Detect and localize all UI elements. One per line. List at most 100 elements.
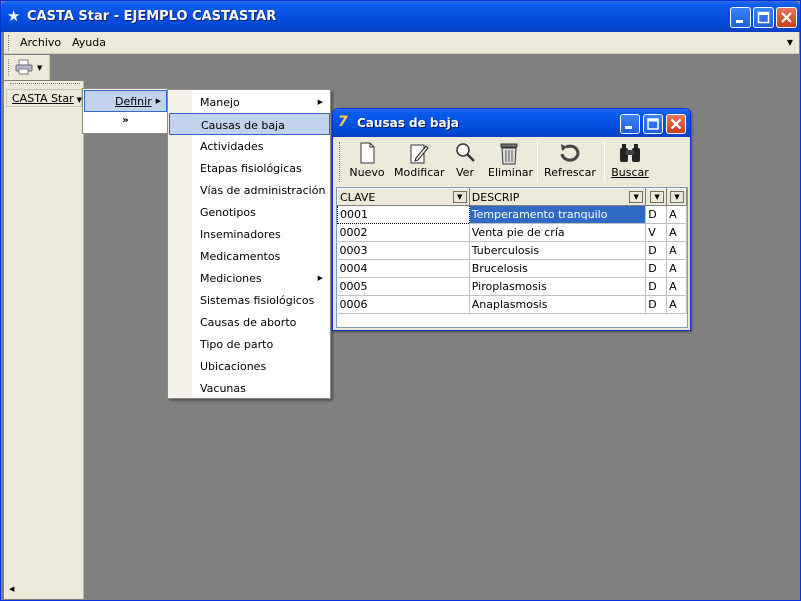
close-button[interactable] [776, 7, 797, 28]
casta-star-button[interactable]: CASTA Star ▼ [6, 89, 82, 107]
cell-estado[interactable]: A [666, 205, 687, 224]
submenu-item-ubicaciones[interactable]: Ubicaciones [169, 355, 330, 377]
cell-tipo[interactable]: D [645, 295, 668, 314]
cell-clave[interactable]: 0005 [337, 277, 470, 296]
cell-estado[interactable]: A [666, 241, 687, 260]
menu-ayuda[interactable]: Ayuda [72, 36, 106, 49]
column-header-label: CLAVE [340, 190, 376, 204]
table-row[interactable]: 0001 Temperamento tranquilo D A [337, 205, 687, 224]
table-row[interactable]: 0002 Venta pie de cría V A [337, 223, 687, 242]
left-panel: CASTA Star ▼ ◀ [4, 81, 84, 599]
cell-tipo[interactable]: V [645, 223, 668, 242]
cell-descrip[interactable]: Venta pie de cría [469, 223, 647, 242]
printer-icon[interactable] [15, 59, 33, 75]
definir-menu: Definir ▶ » [82, 88, 168, 134]
cell-estado[interactable]: A [666, 295, 687, 314]
column-header-descrip[interactable]: DESCRIP ▼ [468, 188, 647, 206]
refresh-icon [560, 144, 580, 162]
cell-tipo[interactable]: D [645, 241, 668, 260]
ver-button[interactable]: Ver [450, 140, 480, 184]
table-row[interactable]: 0005 Piroplasmosis D A [337, 277, 687, 296]
filter-dropdown-icon[interactable]: ▼ [629, 191, 644, 203]
column-header-clave[interactable]: CLAVE ▼ [337, 188, 470, 206]
menu-grip[interactable] [8, 35, 11, 51]
main-window: ★ CASTA Star - EJEMPLO CASTASTAR Archivo… [0, 0, 801, 601]
app-logo-icon: 7 [338, 114, 348, 130]
data-table: CLAVE ▼ DESCRIP ▼ ▼ ▼ 0001 Temperamento tr… [337, 188, 687, 314]
buscar-button[interactable]: Buscar [611, 140, 649, 184]
submenu-item-mediciones[interactable]: Mediciones ▶ [169, 267, 330, 289]
cell-estado[interactable]: A [666, 259, 687, 278]
filter-dropdown-icon[interactable]: ▼ [670, 191, 684, 203]
table-row[interactable]: 0004 Brucelosis D A [337, 259, 687, 278]
refrescar-button[interactable]: Refrescar [544, 140, 596, 184]
submenu-item-medicamentos[interactable]: Medicamentos [169, 245, 330, 267]
toolbar-grip[interactable] [8, 59, 11, 76]
menu-item-definir[interactable]: Definir ▶ [84, 90, 167, 112]
print-dropdown-icon[interactable]: ▼ [37, 64, 42, 72]
minimize-button[interactable] [730, 7, 751, 28]
cell-tipo[interactable]: D [645, 205, 668, 224]
cell-clave[interactable]: 0002 [337, 223, 470, 242]
eliminar-button[interactable]: Eliminar [488, 140, 533, 184]
cell-tipo[interactable]: D [645, 277, 668, 296]
submenu-item-causas-de-baja[interactable]: Causas de baja [169, 113, 330, 135]
column-header-estado[interactable]: ▼ [666, 188, 687, 206]
cell-clave[interactable]: 0001 [337, 205, 470, 224]
submenu-item-inseminadores[interactable]: Inseminadores [169, 223, 330, 245]
toolbar-grip[interactable] [339, 142, 342, 182]
child-minimize-button[interactable] [620, 114, 640, 134]
submenu-item-label: Vacunas [200, 382, 246, 395]
chevron-down-icon[interactable]: ▼ [787, 38, 793, 47]
child-maximize-button[interactable] [643, 114, 663, 134]
column-header-tipo[interactable]: ▼ [645, 188, 668, 206]
title-bar[interactable]: ★ CASTA Star - EJEMPLO CASTASTAR [1, 1, 800, 32]
table-row[interactable]: 0003 Tuberculosis D A [337, 241, 687, 260]
refrescar-label: Refrescar [544, 166, 596, 179]
cell-descrip[interactable]: Tuberculosis [469, 241, 647, 260]
trash-icon [500, 143, 518, 165]
submenu-item-vacunas[interactable]: Vacunas [169, 377, 330, 399]
toolbar-separator [604, 142, 605, 182]
cell-clave[interactable]: 0003 [337, 241, 470, 260]
submenu-item-label: Causas de baja [201, 119, 285, 132]
cell-descrip[interactable]: Temperamento tranquilo [469, 205, 647, 224]
cell-clave[interactable]: 0006 [337, 295, 470, 314]
panel-grip[interactable] [10, 83, 80, 86]
child-title-bar[interactable]: 7 Causas de baja [333, 109, 690, 137]
cell-clave[interactable]: 0004 [337, 259, 470, 278]
cell-descrip[interactable]: Brucelosis [469, 259, 647, 278]
ver-label: Ver [456, 166, 474, 179]
submenu-item-etapas[interactable]: Etapas fisiológicas [169, 157, 330, 179]
submenu-item-causas-aborto[interactable]: Causas de aborto [169, 311, 330, 333]
cell-descrip[interactable]: Anaplasmosis [469, 295, 647, 314]
cell-estado[interactable]: A [666, 223, 687, 242]
maximize-button[interactable] [753, 7, 774, 28]
filter-dropdown-icon[interactable]: ▼ [650, 191, 665, 203]
child-close-button[interactable] [666, 114, 686, 134]
expand-more-icon[interactable]: » [84, 115, 167, 131]
maximize-icon [647, 118, 659, 130]
cell-estado[interactable]: A [666, 277, 687, 296]
scroll-left-icon[interactable]: ◀ [9, 585, 14, 593]
close-icon [670, 118, 682, 130]
menu-archivo[interactable]: Archivo [20, 36, 61, 49]
modificar-button[interactable]: Modificar [394, 140, 445, 184]
column-header-label: DESCRIP [471, 190, 520, 204]
filter-dropdown-icon[interactable]: ▼ [452, 191, 467, 203]
submenu-item-label: Ubicaciones [200, 360, 267, 373]
cell-tipo[interactable]: D [645, 259, 668, 278]
submenu-item-manejo[interactable]: Manejo ▶ [169, 91, 330, 113]
submenu-item-genotipos[interactable]: Genotipos [169, 201, 330, 223]
submenu-item-vias[interactable]: Vías de administración [169, 179, 330, 201]
submenu-item-sistemas[interactable]: Sistemas fisiológicos [169, 289, 330, 311]
nuevo-button[interactable]: Nuevo [348, 140, 386, 184]
submenu-arrow-icon: ▶ [155, 97, 161, 105]
table-row[interactable]: 0006 Anaplasmosis D A [337, 295, 687, 314]
submenu-item-actividades[interactable]: Actividades [169, 135, 330, 157]
cell-descrip[interactable]: Piroplasmosis [469, 277, 647, 296]
submenu-item-label: Vías de administración [200, 184, 326, 197]
buscar-label: Buscar [611, 166, 649, 179]
submenu-item-tipo-parto[interactable]: Tipo de parto [169, 333, 330, 355]
star-icon: ★ [7, 7, 21, 25]
